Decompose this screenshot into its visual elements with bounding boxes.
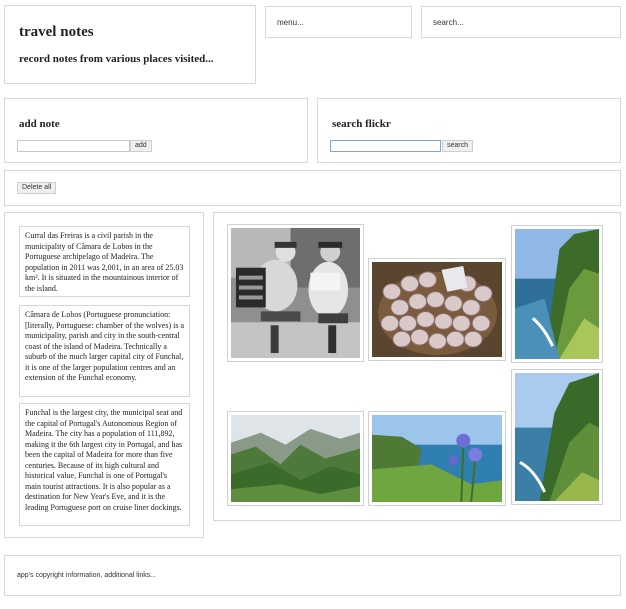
flickr-search-input[interactable] — [330, 140, 441, 152]
add-note-panel: add note add — [4, 98, 308, 163]
photo-thumbnail[interactable] — [368, 411, 506, 506]
photo-thumbnail[interactable] — [368, 258, 506, 361]
photo-thumbnail[interactable] — [227, 224, 364, 362]
delete-all-button[interactable]: Delete all — [17, 182, 57, 194]
green-valley-photo-icon — [231, 415, 360, 502]
note-card[interactable]: Câmara de Lobos (Portuguese pronunciatio… — [19, 305, 190, 397]
header-panel: travel notes record notes from various p… — [4, 5, 256, 84]
accordion-players-photo-icon — [231, 228, 360, 358]
coastal-cliffs-photo-icon — [515, 229, 599, 359]
note-card[interactable]: Curral das Freiras is a civil parish in … — [19, 226, 190, 297]
note-text: Câmara de Lobos (Portuguese pronunciatio… — [25, 310, 184, 382]
garlic-basket-photo-icon — [372, 262, 502, 357]
add-note-title: add note — [19, 118, 60, 130]
footer-text: app's copyright information, additional … — [17, 572, 157, 579]
search-flickr-panel: search flickr search — [317, 98, 621, 163]
note-input[interactable] — [17, 140, 130, 152]
add-button[interactable]: add — [130, 140, 152, 152]
photo-thumbnail[interactable] — [511, 369, 603, 505]
app-title: travel notes — [19, 24, 94, 40]
footer-panel: app's copyright information, additional … — [4, 555, 621, 596]
toolbar-panel: Delete all — [4, 170, 621, 206]
photo-thumbnail[interactable] — [511, 225, 603, 363]
search-panel[interactable]: search... — [421, 6, 621, 38]
flickr-search-button[interactable]: search — [442, 140, 474, 152]
note-card[interactable]: Funchal is the largest city, the municip… — [19, 403, 190, 526]
cliff-coastline-photo-icon — [515, 373, 599, 501]
menu-link[interactable]: menu... — [277, 18, 304, 27]
photo-thumbnail[interactable] — [227, 411, 364, 506]
note-text: Funchal is the largest city, the municip… — [25, 408, 183, 512]
notes-panel: Curral das Freiras is a civil parish in … — [4, 212, 204, 538]
search-link[interactable]: search... — [433, 18, 464, 27]
agapanthus-sea-photo-icon — [372, 415, 502, 502]
app-subtitle: record notes from various places visited… — [19, 53, 214, 65]
menu-panel[interactable]: menu... — [265, 6, 412, 38]
note-text: Curral das Freiras is a civil parish in … — [25, 231, 184, 293]
search-flickr-title: search flickr — [332, 118, 391, 130]
